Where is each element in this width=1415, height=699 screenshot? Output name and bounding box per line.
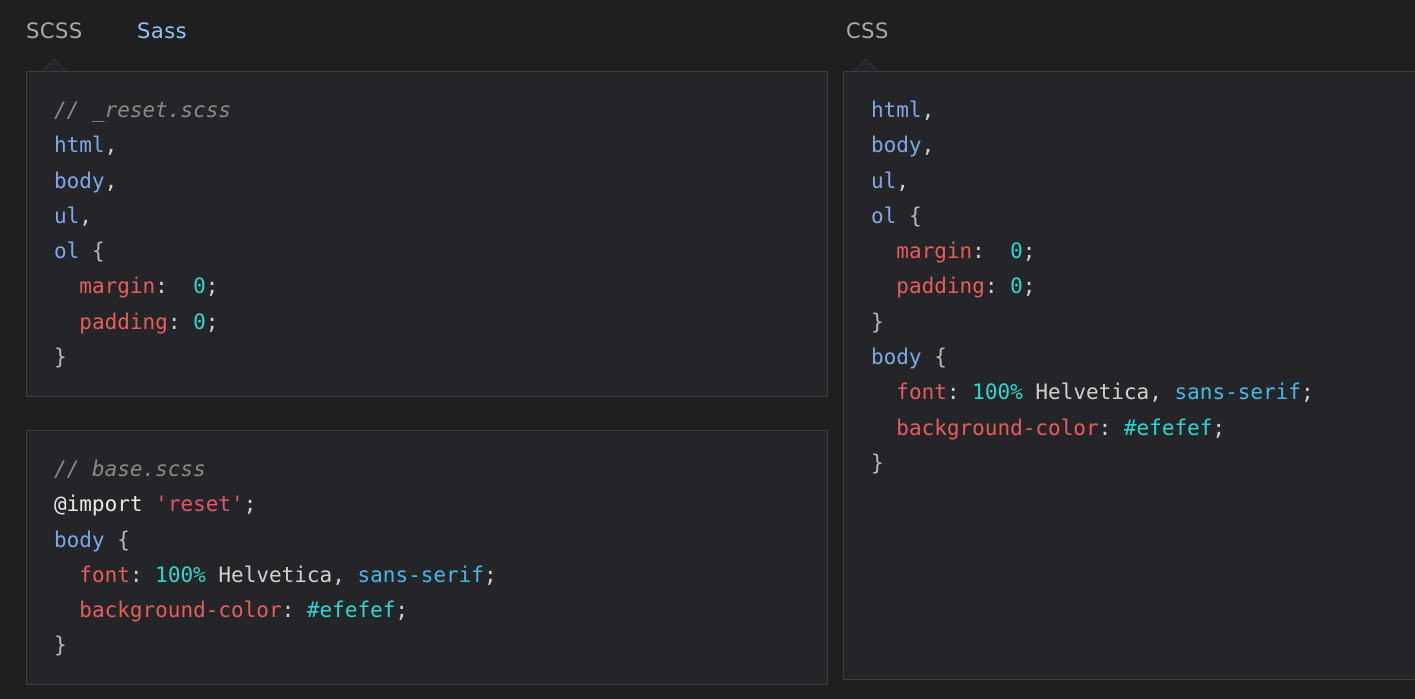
punctuation: ; <box>205 274 219 299</box>
punctuation: : <box>946 380 973 405</box>
property-background-color: background-color <box>79 598 282 623</box>
base-scss-panel: // base.scss @import 'reset'; body { fon… <box>26 430 828 685</box>
import-keyword: @import <box>54 492 143 517</box>
selector-body: body <box>54 527 105 552</box>
punctuation: , <box>921 98 935 122</box>
punctuation: : <box>1098 415 1124 440</box>
value-font-size: 100% <box>972 380 1023 405</box>
punctuation: , <box>332 562 345 587</box>
selector-ol: ol <box>871 203 897 228</box>
punctuation: , <box>921 133 935 158</box>
code-comment: // _reset.scss <box>54 98 232 122</box>
value-generic-family: sans-serif <box>1174 380 1301 405</box>
punctuation: , <box>1149 380 1162 405</box>
property-margin: margin <box>896 239 973 264</box>
tab-sass[interactable]: Sass <box>137 16 187 46</box>
punctuation: ; <box>1212 415 1226 440</box>
value-zero: 0 <box>193 274 206 299</box>
property-font: font <box>896 380 947 405</box>
punctuation: ; <box>1022 239 1036 264</box>
property-padding: padding <box>79 309 168 334</box>
reset-scss-panel: // _reset.scss html, body, ul, ol { marg… <box>26 71 828 397</box>
punctuation: : <box>972 239 1011 264</box>
property-background-color: background-color <box>896 415 1099 440</box>
punctuation: ; <box>395 598 409 623</box>
css-output-panel: html, body, ul, ol { margin: 0; padding:… <box>843 71 1415 680</box>
close-brace: } <box>54 345 67 370</box>
punctuation: ; <box>1022 274 1036 299</box>
css-output-label: CSS <box>846 19 889 43</box>
import-string: 'reset' <box>155 492 244 517</box>
open-brace: { <box>117 527 130 552</box>
open-brace: { <box>908 203 922 228</box>
value-hex-color: #efefef <box>306 598 396 623</box>
value-hex-color: #efefef <box>1123 415 1213 440</box>
reset-scss-code[interactable]: // _reset.scss html, body, ul, ol { marg… <box>54 93 231 375</box>
css-output-code[interactable]: html, body, ul, ol { margin: 0; padding:… <box>871 93 1314 481</box>
selector-body: body <box>54 168 105 193</box>
value-zero: 0 <box>193 309 206 334</box>
value-font-family: Helvetica <box>218 562 333 587</box>
punctuation: , <box>104 168 118 193</box>
tab-scss[interactable]: SCSS <box>26 16 83 46</box>
punctuation: ; <box>243 492 257 517</box>
close-brace: } <box>871 309 884 334</box>
punctuation: : <box>167 309 194 334</box>
value-font-family: Helvetica <box>1035 380 1150 405</box>
selector-ul: ul <box>54 203 80 228</box>
property-font: font <box>79 562 130 587</box>
selector-html: html <box>54 133 105 158</box>
punctuation: : <box>984 274 1011 299</box>
selector-html: html <box>871 98 922 122</box>
punctuation: , <box>104 133 118 158</box>
close-brace: } <box>54 633 67 658</box>
open-brace: { <box>934 345 947 370</box>
close-brace: } <box>871 450 884 475</box>
selector-ol: ol <box>54 239 80 264</box>
punctuation: : <box>281 598 307 623</box>
punctuation: : <box>155 274 194 299</box>
punctuation: ; <box>483 562 497 587</box>
property-padding: padding <box>896 274 985 299</box>
property-margin: margin <box>79 274 156 299</box>
value-zero: 0 <box>1010 274 1023 299</box>
value-zero: 0 <box>1010 239 1023 264</box>
selector-body: body <box>871 345 922 370</box>
punctuation: : <box>129 562 156 587</box>
open-brace: { <box>91 239 105 264</box>
punctuation: , <box>896 168 909 193</box>
punctuation: ; <box>1300 380 1314 405</box>
punctuation: , <box>79 203 92 228</box>
punctuation: ; <box>205 309 219 334</box>
selector-ul: ul <box>871 168 897 193</box>
base-scss-code[interactable]: // base.scss @import 'reset'; body { fon… <box>54 452 497 664</box>
value-generic-family: sans-serif <box>357 562 484 587</box>
code-comment: // base.scss <box>54 457 206 481</box>
value-font-size: 100% <box>155 562 206 587</box>
selector-body: body <box>871 133 922 158</box>
